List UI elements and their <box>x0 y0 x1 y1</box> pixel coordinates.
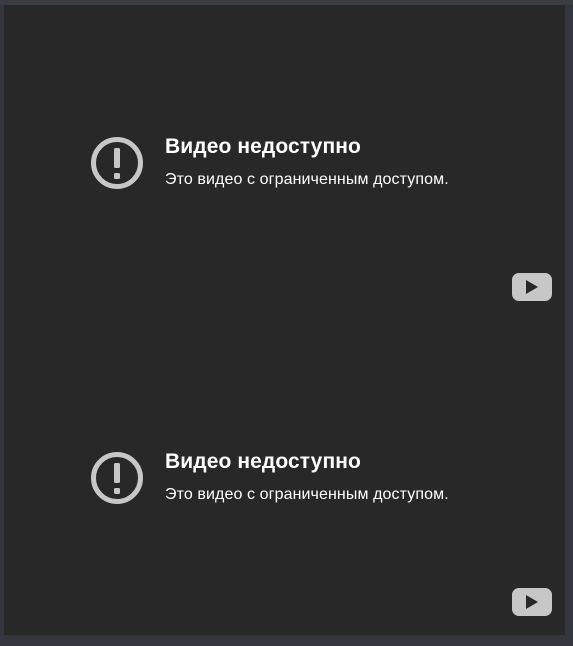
video-unavailable-title: Видео недоступно <box>165 450 361 473</box>
video-embed-1[interactable]: Видео недоступно Это видео с ограниченны… <box>4 5 565 320</box>
video-error-message: Видео недоступно Это видео с ограниченны… <box>90 132 449 191</box>
page: Видео недоступно Это видео с ограниченны… <box>0 0 573 646</box>
alert-circle-icon <box>90 451 144 505</box>
youtube-button[interactable] <box>512 273 552 301</box>
alert-circle-icon <box>90 136 144 190</box>
video-error-text: Видео недоступно Это видео с ограниченны… <box>165 447 449 506</box>
youtube-button[interactable] <box>512 588 552 616</box>
video-error-text: Видео недоступно Это видео с ограниченны… <box>165 132 449 191</box>
video-embed-2[interactable]: Видео недоступно Это видео с ограниченны… <box>4 320 565 635</box>
video-restricted-message: Это видео с ограниченным доступом. <box>165 171 449 188</box>
video-unavailable-title: Видео недоступно <box>165 135 361 158</box>
video-restricted-message: Это видео с ограниченным доступом. <box>165 486 449 503</box>
play-icon <box>526 280 538 294</box>
video-error-message: Видео недоступно Это видео с ограниченны… <box>90 447 449 506</box>
play-icon <box>526 595 538 609</box>
